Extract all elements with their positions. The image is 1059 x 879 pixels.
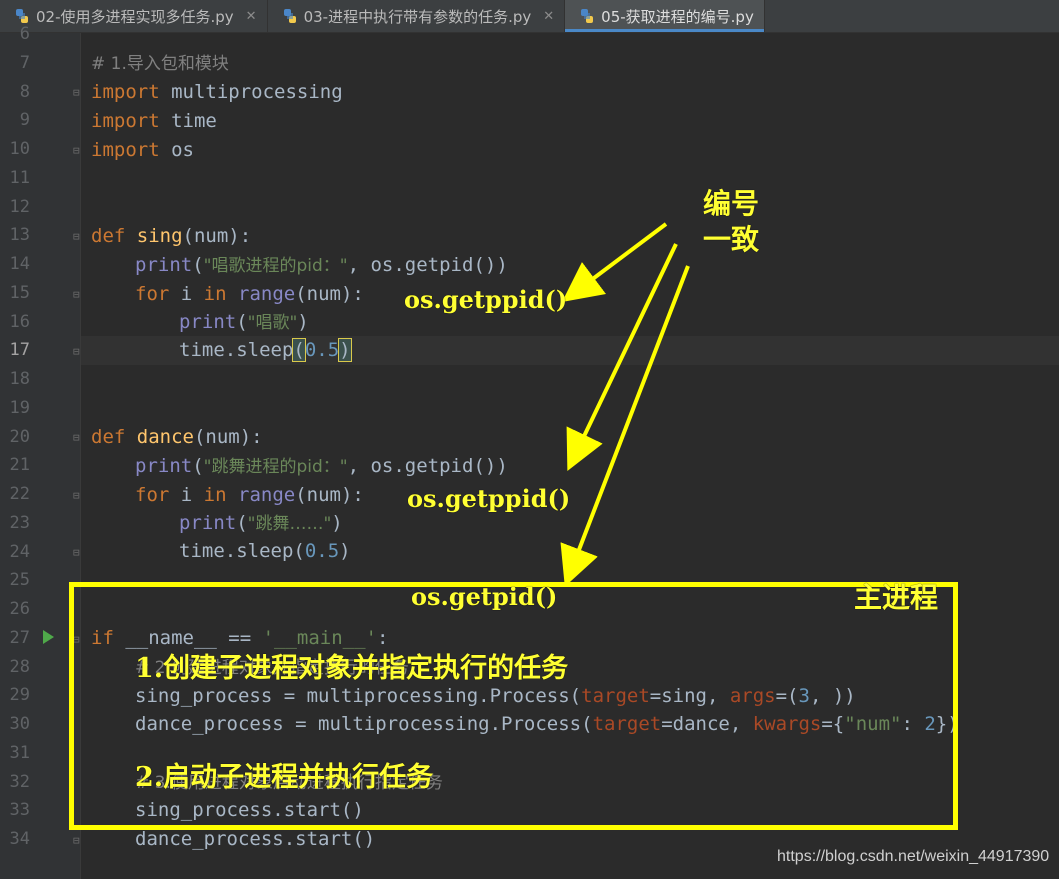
arrow-to-getpid <box>560 265 690 587</box>
annotation-getppid-2: os.getppid() <box>407 484 571 513</box>
arrow-to-getppid-1 <box>562 222 668 302</box>
watermark: https://blog.csdn.net/weixin_44917390 <box>777 848 1050 865</box>
annotation-same-id-line2: 一致 <box>703 223 760 256</box>
annotation-step1: 1.创建子进程对象并指定执行的任务 <box>135 653 569 684</box>
arrow-to-getppid-2 <box>566 243 678 472</box>
annotation-main-process: 主进程 <box>854 581 939 614</box>
annotation-step2: 2.启动子进程并执行任务 <box>135 762 434 793</box>
annotation-getppid-1: os.getppid() <box>404 285 568 314</box>
annotation-same-id-line1: 编号 <box>703 187 760 220</box>
annotation-getpid: os.getpid() <box>411 582 558 611</box>
